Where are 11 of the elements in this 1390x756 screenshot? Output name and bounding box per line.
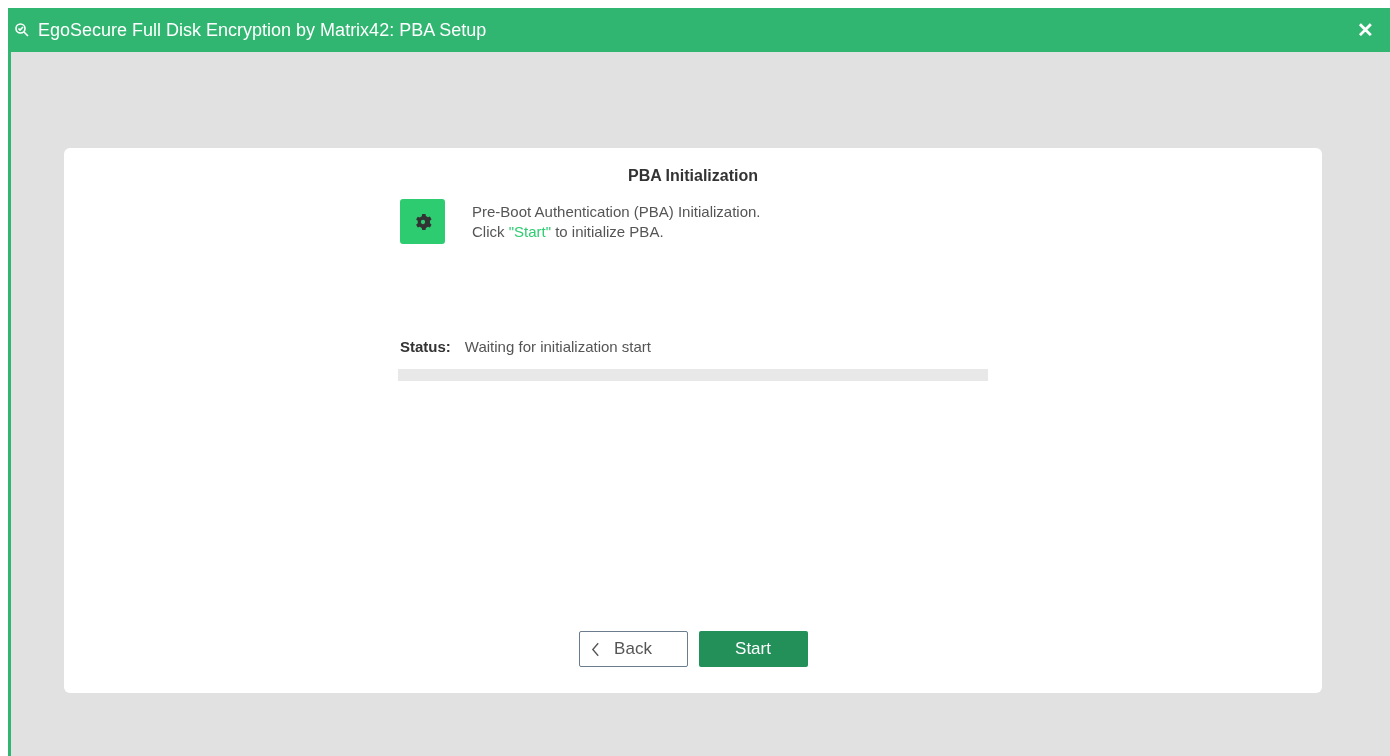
- start-button[interactable]: Start: [698, 631, 808, 667]
- chevron-left-icon: [590, 641, 600, 657]
- window-title: EgoSecure Full Disk Encryption by Matrix42: PBA Setup: [38, 19, 488, 41]
- back-button[interactable]: Back: [578, 631, 688, 667]
- description-text: Pre-Boot Authentication (PBA) Initialization. Click "Start" to initialize PBA.: [472, 202, 761, 242]
- section-heading: PBA Initialization: [627, 167, 759, 185]
- close-button[interactable]: ✕: [1353, 18, 1378, 42]
- status-label: Status:: [400, 338, 451, 355]
- status-text: Waiting for initialization start: [464, 338, 652, 355]
- gear-icon: [400, 199, 445, 244]
- magnifier-check-icon: [14, 22, 30, 38]
